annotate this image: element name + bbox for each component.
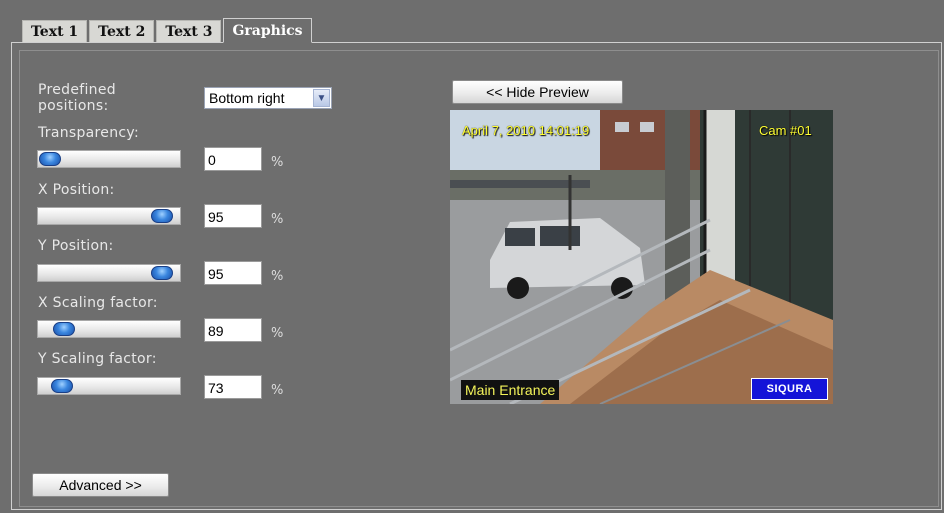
y-scaling-unit: % bbox=[271, 383, 284, 398]
camera-preview bbox=[450, 110, 833, 404]
transparency-slider-thumb[interactable] bbox=[39, 152, 61, 166]
predefined-positions-label: Predefined positions: bbox=[38, 82, 116, 114]
transparency-unit: % bbox=[271, 155, 284, 170]
y-scaling-input[interactable]: 73 bbox=[204, 375, 262, 399]
x-position-unit: % bbox=[271, 212, 284, 227]
x-scaling-input[interactable]: 89 bbox=[204, 318, 262, 342]
siqura-logo: SIQURA bbox=[751, 378, 828, 400]
predefined-positions-value: Bottom right bbox=[209, 90, 285, 106]
y-scaling-slider[interactable] bbox=[37, 377, 181, 395]
x-position-slider[interactable] bbox=[37, 207, 181, 225]
preview-caption: Main Entrance bbox=[461, 380, 560, 400]
tab-strip: Text 1 Text 2 Text 3 Graphics bbox=[22, 18, 314, 43]
tab-text-3[interactable]: Text 3 bbox=[156, 20, 222, 43]
preview-camera-label: Cam #01 bbox=[759, 123, 812, 138]
x-position-input[interactable]: 95 bbox=[204, 204, 262, 228]
x-scaling-label: X Scaling factor: bbox=[38, 295, 158, 311]
y-position-label: Y Position: bbox=[38, 238, 114, 254]
x-position-slider-thumb[interactable] bbox=[151, 209, 173, 223]
y-position-unit: % bbox=[271, 269, 284, 284]
transparency-label: Transparency: bbox=[38, 125, 139, 141]
y-position-slider-thumb[interactable] bbox=[151, 266, 173, 280]
y-position-input[interactable]: 95 bbox=[204, 261, 262, 285]
tab-graphics[interactable]: Graphics bbox=[223, 18, 312, 43]
y-scaling-label: Y Scaling factor: bbox=[38, 351, 157, 367]
hide-preview-button[interactable]: << Hide Preview bbox=[452, 80, 623, 104]
y-position-slider[interactable] bbox=[37, 264, 181, 282]
advanced-button[interactable]: Advanced >> bbox=[32, 473, 169, 497]
preview-timestamp: April 7, 2010 14:01:19 bbox=[462, 123, 590, 138]
transparency-input[interactable]: 0 bbox=[204, 147, 262, 171]
x-scaling-unit: % bbox=[271, 326, 284, 341]
preview-scene bbox=[450, 110, 833, 404]
x-scaling-slider[interactable] bbox=[37, 320, 181, 338]
x-scaling-slider-thumb[interactable] bbox=[53, 322, 75, 336]
transparency-slider[interactable] bbox=[37, 150, 181, 168]
predefined-positions-select[interactable]: Bottom right ▼ bbox=[204, 87, 332, 109]
predefined-label-line1: Predefined bbox=[38, 82, 116, 98]
y-scaling-slider-thumb[interactable] bbox=[51, 379, 73, 393]
chevron-down-icon[interactable]: ▼ bbox=[313, 89, 330, 107]
x-position-label: X Position: bbox=[38, 182, 115, 198]
tab-text-1[interactable]: Text 1 bbox=[22, 20, 88, 43]
predefined-label-line2: positions: bbox=[38, 98, 109, 114]
tab-text-2[interactable]: Text 2 bbox=[89, 20, 155, 43]
